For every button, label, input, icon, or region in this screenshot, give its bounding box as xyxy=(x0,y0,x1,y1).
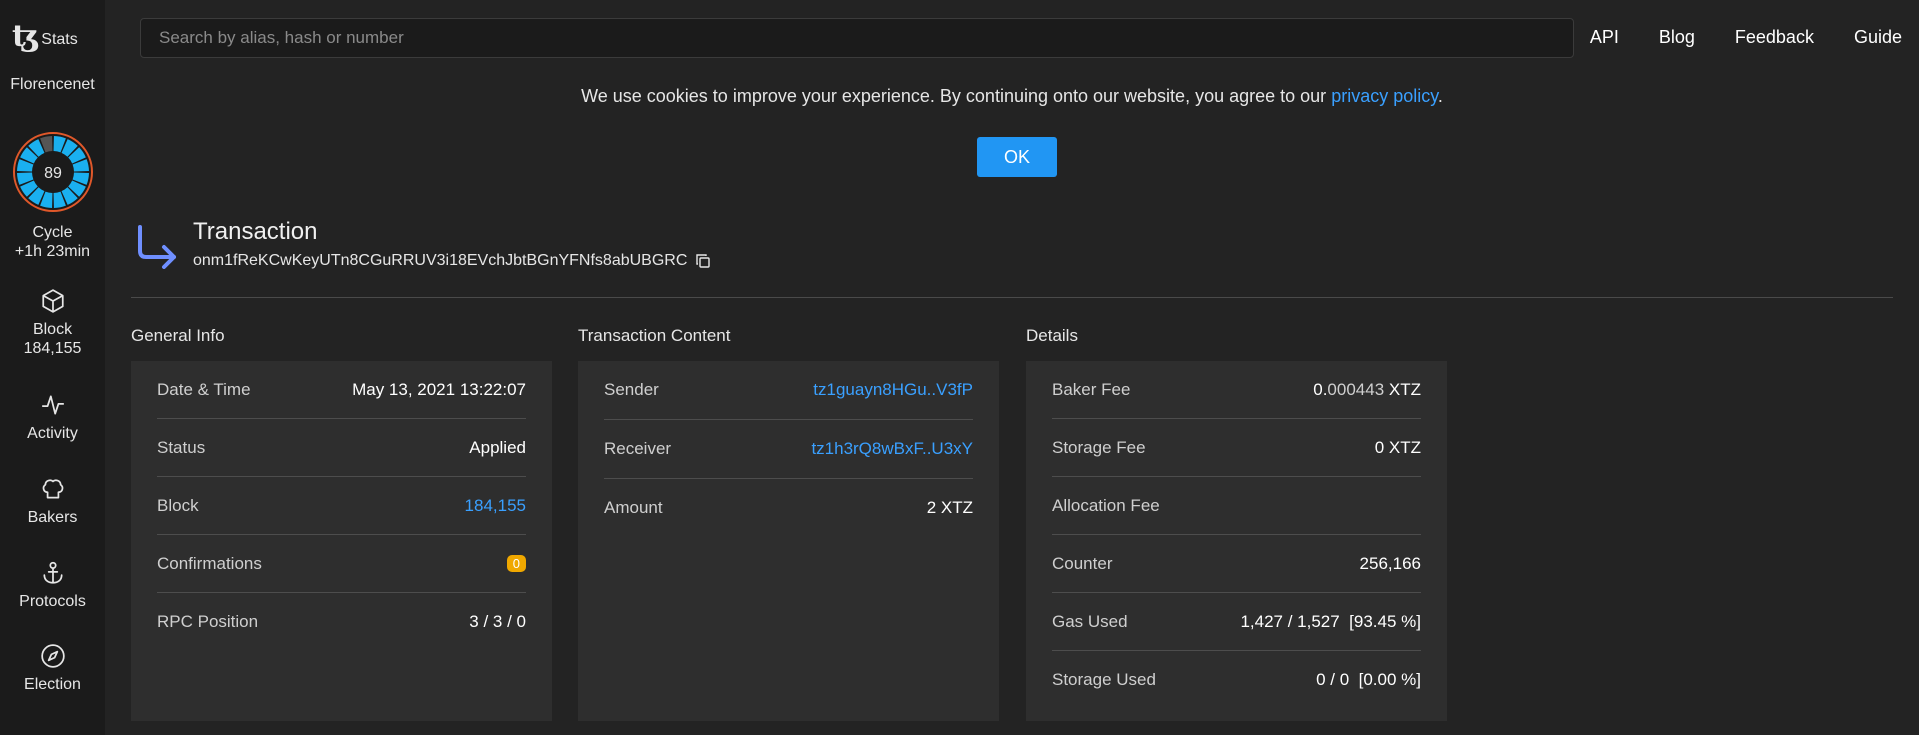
cookie-period: . xyxy=(1437,86,1443,106)
nav-link-api[interactable]: API xyxy=(1590,27,1619,48)
sidebar-item-bakers[interactable]: Bakers xyxy=(0,476,105,527)
confirmations-badge: 0 xyxy=(506,555,526,572)
table-row: Baker Fee 0.000443 XTZ xyxy=(1052,361,1421,419)
amount-value: 2 XTZ xyxy=(926,498,973,517)
header-divider xyxy=(131,297,1893,298)
row-label: Allocation Fee xyxy=(1052,495,1160,515)
table-row: Date & Time May 13, 2021 13:22:07 xyxy=(157,361,526,419)
nav-link-blog[interactable]: Blog xyxy=(1659,27,1695,48)
sidebar-item-label: Election xyxy=(24,676,81,693)
row-label: Confirmations xyxy=(157,553,262,573)
transaction-arrow-icon xyxy=(138,225,176,269)
sender-link[interactable]: tz1guayn8HGu..V3fP xyxy=(813,380,973,400)
top-nav: API Blog Feedback Guide xyxy=(1590,27,1902,48)
row-label: Amount xyxy=(604,498,663,517)
block-link[interactable]: 184,155 xyxy=(465,496,526,516)
copy-icon[interactable] xyxy=(695,253,711,269)
cycle-number: 89 xyxy=(44,165,62,182)
sidebar-item-protocols[interactable]: Protocols xyxy=(0,560,105,611)
row-label: Storage Fee xyxy=(1052,437,1146,457)
sidebar-item-label: Bakers xyxy=(27,509,78,526)
page-title: Transaction xyxy=(193,218,318,245)
cycle-remaining: +1h 23min xyxy=(14,243,91,260)
transaction-hash-text: onm1fReKCwKeyUTn8CGuRRUV3i18EVchJbtBGnYF… xyxy=(193,252,688,269)
sidebar-item-label: Protocols xyxy=(19,593,86,610)
logo-text: Stats xyxy=(41,31,78,48)
row-label: Gas Used xyxy=(1052,611,1128,631)
row-label: Date & Time xyxy=(157,379,251,399)
row-label: Storage Used xyxy=(1052,669,1156,689)
table-row: Counter 256,166 xyxy=(1052,535,1421,593)
sidebar-item-block[interactable]: Block 184,155 xyxy=(0,288,105,358)
chef-hat-icon xyxy=(42,479,63,499)
general-info-title: General Info xyxy=(131,326,225,345)
row-label: Baker Fee xyxy=(1052,379,1131,399)
table-row: Confirmations 0 xyxy=(157,535,526,593)
storage-fee-unit: XTZ xyxy=(1388,437,1421,457)
counter-value: 256,166 xyxy=(1359,553,1421,573)
sidebar-item-label: Activity xyxy=(27,425,78,442)
status-value: Applied xyxy=(469,437,526,457)
network-name[interactable]: Florencenet xyxy=(0,76,105,94)
row-label: Receiver xyxy=(604,439,672,458)
receiver-link[interactable]: tz1h3rQ8wBxF..U3xY xyxy=(811,439,973,459)
table-row: RPC Position 3 / 3 / 0 xyxy=(157,593,526,650)
baker-fee-main: 0. xyxy=(1313,379,1328,399)
cookie-text: We use cookies to improve your experienc… xyxy=(581,86,1327,106)
cycle-gauge[interactable]: 89 xyxy=(12,131,94,213)
activity-icon xyxy=(41,395,64,415)
gas-used-value: 1,427 / 1,527 [93.45 %] xyxy=(1240,611,1421,631)
nav-link-guide[interactable]: Guide xyxy=(1854,27,1902,48)
row-label: RPC Position xyxy=(157,611,259,631)
baker-fee-decimals: 000443 xyxy=(1327,379,1385,399)
sidebar-item-election[interactable]: Election xyxy=(0,643,105,694)
table-row: Status Applied xyxy=(157,419,526,477)
table-row: Gas Used 1,427 / 1,527 [93.45 %] xyxy=(1052,593,1421,651)
nav-link-feedback[interactable]: Feedback xyxy=(1735,27,1814,48)
table-row: Storage Fee 0 XTZ xyxy=(1052,419,1421,477)
cube-icon xyxy=(41,289,64,313)
row-label: Counter xyxy=(1052,553,1113,573)
row-label: Status xyxy=(157,437,206,457)
sidebar-item-activity[interactable]: Activity xyxy=(0,392,105,443)
anchor-icon xyxy=(42,561,63,584)
details-title: Details xyxy=(1026,326,1078,345)
cycle-label: Cycle xyxy=(32,224,73,241)
storage-fee-value: 0 XTZ xyxy=(1375,438,1421,458)
cookie-ok-button[interactable]: OK xyxy=(977,137,1057,177)
transaction-hash: onm1fReKCwKeyUTn8CGuRRUV3i18EVchJbtBGnYF… xyxy=(193,252,711,270)
logo[interactable]: ꜩ Stats xyxy=(12,22,78,52)
row-value: May 13, 2021 13:22:07 xyxy=(352,379,526,399)
sidebar-block-value: 184,155 xyxy=(23,340,82,357)
transaction-content-title: Transaction Content xyxy=(578,326,731,345)
table-row: Storage Used 0 / 0 [0.00 %] xyxy=(1052,651,1421,708)
cycle-info[interactable]: Cycle +1h 23min xyxy=(0,223,105,261)
table-row: Block 184,155 xyxy=(157,477,526,535)
sidebar: ꜩ Stats Florencenet 89 Cycle +1h 23min B… xyxy=(0,0,105,735)
table-row: Sender tz1guayn8HGu..V3fP xyxy=(604,361,973,420)
table-row: Receiver tz1h3rQ8wBxF..U3xY xyxy=(604,420,973,479)
table-row: Amount 2 XTZ xyxy=(604,479,973,537)
sidebar-item-label: Block xyxy=(32,321,73,338)
cookie-banner: We use cookies to improve your experienc… xyxy=(105,86,1919,107)
search-input[interactable] xyxy=(140,18,1574,58)
compass-icon xyxy=(40,644,65,668)
storage-fee-main: 0 xyxy=(1374,437,1385,457)
baker-fee-value: 0.000443 XTZ xyxy=(1313,380,1421,400)
row-value: 3 / 3 / 0 xyxy=(469,611,526,631)
privacy-policy-link[interactable]: privacy policy xyxy=(1331,86,1438,106)
baker-fee-unit: XTZ xyxy=(1388,379,1421,399)
tezos-logo-icon: ꜩ xyxy=(12,19,40,54)
details-card: Baker Fee 0.000443 XTZ Storage Fee 0 XTZ… xyxy=(1026,361,1447,721)
general-info-card: Date & Time May 13, 2021 13:22:07 Status… xyxy=(131,361,552,721)
row-label: Block xyxy=(157,495,199,515)
transaction-content-card: Sender tz1guayn8HGu..V3fP Receiver tz1h3… xyxy=(578,361,999,721)
table-row: Allocation Fee xyxy=(1052,477,1421,535)
row-label: Sender xyxy=(604,380,659,399)
storage-used-value: 0 / 0 [0.00 %] xyxy=(1316,669,1421,689)
